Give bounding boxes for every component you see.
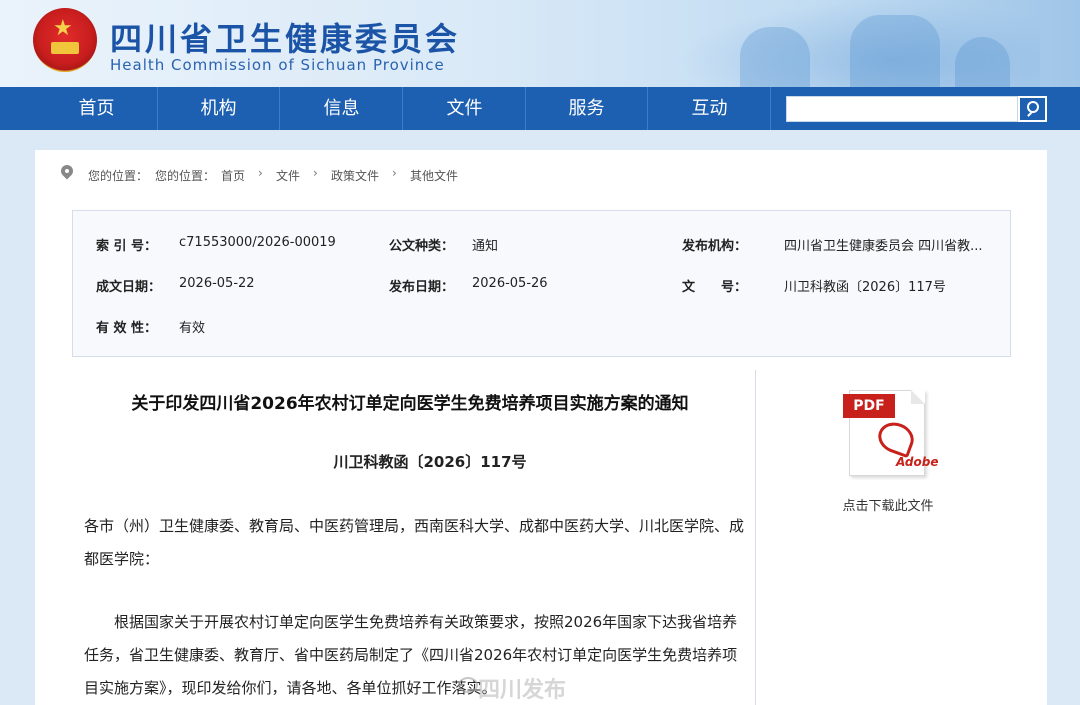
download-file-link[interactable]: 点击下载此文件 bbox=[810, 495, 966, 514]
meta-written-date-label: 成文日期： bbox=[96, 280, 162, 295]
breadcrumb-prefix: 您的位置： bbox=[88, 169, 149, 183]
breadcrumb-chevron-icon: › bbox=[313, 166, 318, 180]
meta-published-date-label: 发布日期： bbox=[389, 280, 455, 295]
document-body: 根据国家关于开展农村订单定向医学生免费培养有关政策要求，按照2026年国家下达我… bbox=[84, 613, 738, 697]
nav-item-services[interactable]: 服务 bbox=[526, 87, 648, 130]
meta-docno-label: 文 号： bbox=[682, 280, 748, 295]
meta-published-date-value: 2026-05-26 bbox=[472, 276, 548, 291]
meta-written-date-value: 2026-05-22 bbox=[179, 276, 255, 291]
site-title-en: Health Commission of Sichuan Province bbox=[110, 56, 445, 74]
acrobat-swirl-icon bbox=[873, 417, 919, 459]
breadcrumb-link-home[interactable]: 首页 bbox=[221, 167, 245, 184]
meta-docno-value: 川卫科教函〔2026〕117号 bbox=[784, 280, 946, 295]
document-recipients: 各市（州）卫生健康委、教育局、中医药管理局，西南医科大学、成都中医药大学、川北医… bbox=[84, 517, 745, 568]
location-pin-icon bbox=[58, 162, 76, 183]
nav-item-interaction[interactable]: 互动 bbox=[649, 87, 771, 130]
nav-item-organization[interactable]: 机构 bbox=[158, 87, 280, 130]
breadcrumb-link-policy[interactable]: 政策文件 bbox=[331, 167, 379, 184]
meta-validity-label: 有 效 性： bbox=[96, 321, 158, 336]
search-input[interactable] bbox=[786, 96, 1018, 122]
meta-validity-value: 有效 bbox=[179, 321, 206, 336]
header-silhouette bbox=[955, 37, 1010, 87]
breadcrumb-chevron-icon: › bbox=[258, 166, 263, 180]
header-silhouette bbox=[740, 27, 810, 87]
nav-item-documents[interactable]: 文件 bbox=[404, 87, 526, 130]
meta-type-label: 公文种类： bbox=[389, 239, 455, 254]
site-title-cn[interactable]: 四川省卫生健康委员会 bbox=[110, 14, 460, 60]
breadcrumb-chevron-icon: › bbox=[392, 166, 397, 180]
document-number: 川卫科教函〔2026〕117号 bbox=[333, 453, 527, 471]
site-header: ★ 四川省卫生健康委员会 Health Commission of Sichua… bbox=[0, 0, 1080, 87]
content-divider bbox=[755, 370, 756, 705]
national-emblem-logo[interactable]: ★ bbox=[33, 8, 97, 72]
search-icon bbox=[1027, 101, 1039, 113]
watermark-text: 四川发布 bbox=[478, 678, 567, 703]
nav-item-home[interactable]: 首页 bbox=[36, 87, 158, 130]
pdf-download-icon[interactable]: Adobe PDF bbox=[843, 390, 938, 478]
meta-index-value: c71553000/2026-00019 bbox=[179, 235, 336, 250]
nav-item-information[interactable]: 信息 bbox=[281, 87, 403, 130]
pdf-brand-label: Adobe bbox=[896, 455, 939, 469]
breadcrumb-link-other[interactable]: 其他文件 bbox=[410, 167, 458, 184]
breadcrumb-prefix: 您的位置： bbox=[155, 169, 216, 183]
meta-type-value: 通知 bbox=[472, 239, 499, 254]
pdf-tag-label: PDF bbox=[843, 394, 895, 418]
document-title: 关于印发四川省2026年农村订单定向医学生免费培养项目实施方案的通知 bbox=[131, 394, 689, 414]
meta-publisher-label: 发布机构： bbox=[682, 239, 748, 254]
meta-publisher-value: 四川省卫生健康委员会 四川省教... bbox=[784, 239, 983, 254]
header-silhouette bbox=[850, 15, 940, 87]
weibo-watermark-icon bbox=[458, 677, 478, 693]
search-button[interactable] bbox=[1018, 96, 1047, 122]
breadcrumb-link-documents[interactable]: 文件 bbox=[276, 167, 300, 184]
meta-index-label: 索 引 号： bbox=[96, 239, 158, 254]
